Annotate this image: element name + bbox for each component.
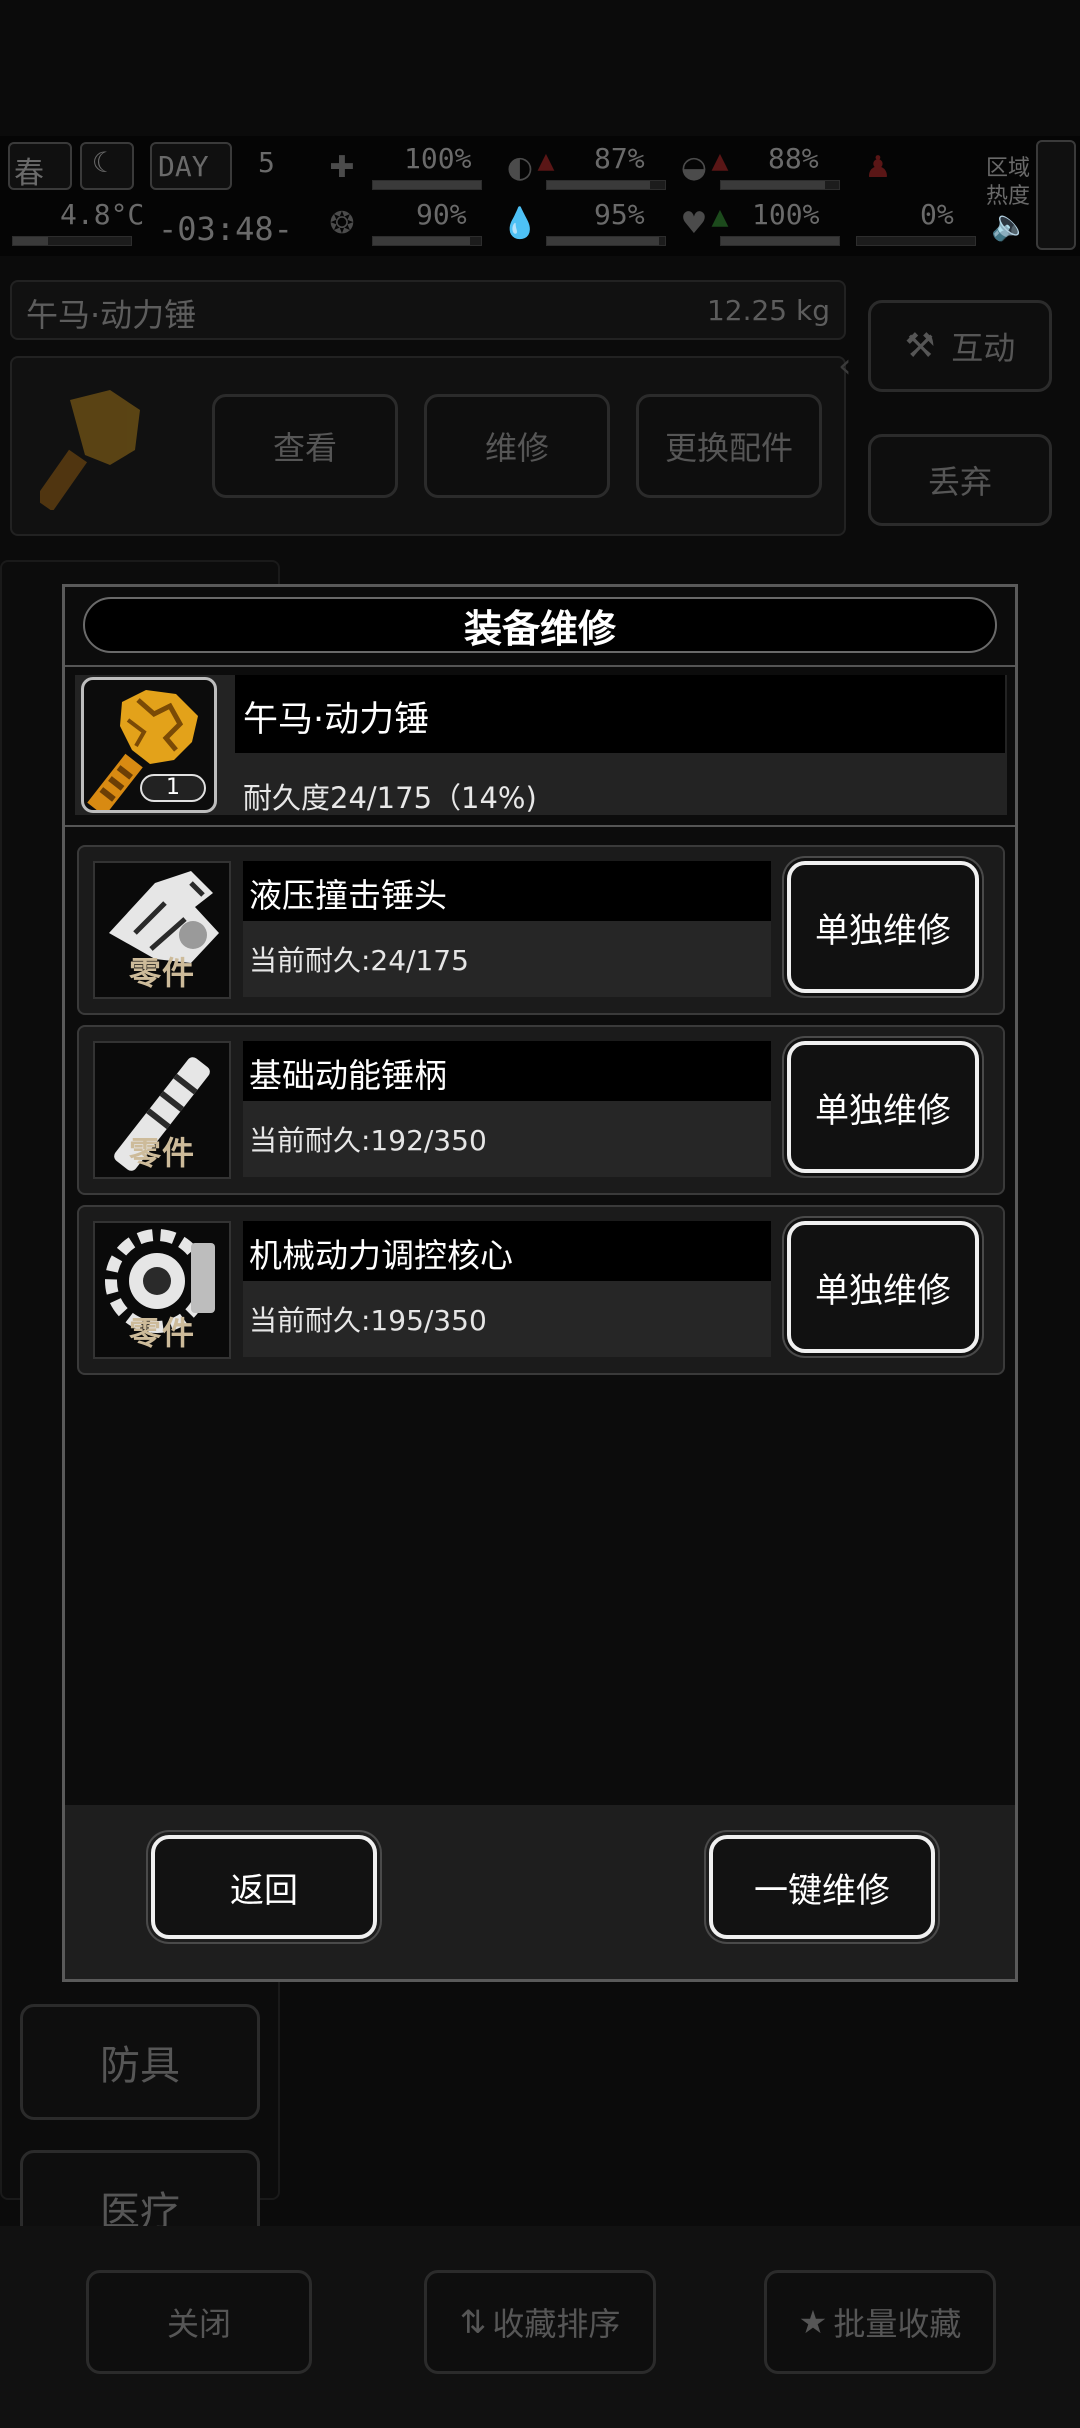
bg-close-button: 关闭: [86, 2270, 312, 2374]
chevron-left-icon: ‹: [838, 346, 852, 386]
water-drop-icon: 💧: [501, 206, 539, 241]
equipment-slot[interactable]: 1: [81, 677, 217, 813]
health-value: 100%: [404, 142, 472, 175]
divider: [65, 665, 1015, 667]
part-icon-slot[interactable]: 零件: [93, 1041, 231, 1179]
part-tag: 零件: [128, 1134, 195, 1172]
part-tag: 零件: [128, 1314, 195, 1352]
day-number: 5: [258, 146, 275, 179]
item-count-badge: 1: [140, 774, 206, 802]
equipment-repair-dialog: 装备维修 1 午马·动力锤 耐久度24/175（14%) 零件 液压撞击锤头 当…: [62, 584, 1018, 1982]
repair-single-button[interactable]: 单独维修: [787, 1041, 979, 1173]
medkit-icon: ✚: [329, 150, 355, 185]
hunger-value: 87%: [594, 142, 645, 175]
mood-value: 100%: [752, 198, 820, 231]
bg-repair-button: 维修: [424, 394, 610, 498]
equipment-name-bar: 午马·动力锤: [235, 675, 1005, 753]
bg-item-title: 午马·动力锤: [26, 296, 197, 334]
zone-heat-meter: [1036, 140, 1076, 250]
part-row-power-core: 零件 机械动力调控核心 当前耐久:195/350 单独维修: [77, 1205, 1005, 1375]
bg-bottom-bar: 关闭 ⇅ 收藏排序 ★ 批量收藏: [0, 2226, 1080, 2428]
thirst-value: 95%: [594, 198, 645, 231]
part-tag: 零件: [128, 954, 195, 992]
part-icon-slot[interactable]: 零件: [93, 1221, 231, 1359]
speaker-icon[interactable]: 🔈: [990, 206, 1030, 246]
bg-category-armor: 防具: [20, 2004, 260, 2120]
back-button[interactable]: 返回: [151, 1835, 377, 1939]
bg-sort-button: ⇅ 收藏排序: [424, 2270, 656, 2374]
bg-interact-button: ⚒ 互动: [868, 300, 1052, 392]
person-status-icon: ♟: [864, 150, 892, 185]
medicine-value: 88%: [768, 142, 819, 175]
divider: [65, 825, 1015, 827]
part-durability: 当前耐久:195/350: [249, 1304, 487, 1337]
bg-item-weight: 12.25 kg: [706, 294, 830, 327]
dialog-title: 装备维修: [463, 606, 616, 651]
part-name: 机械动力调控核心: [249, 1236, 513, 1275]
part-name: 液压撞击锤头: [249, 876, 447, 915]
repair-single-button[interactable]: 单独维修: [787, 1221, 979, 1353]
equipment-summary-card: 1 午马·动力锤 耐久度24/175（14%): [75, 675, 1007, 815]
part-icon-slot[interactable]: 零件: [93, 861, 231, 999]
season-label: 春: [14, 156, 44, 191]
bg-discard-button: 丢弃: [868, 434, 1052, 526]
hammer-icon: ⚒: [904, 326, 936, 366]
repair-all-button[interactable]: 一键维修: [709, 1835, 935, 1939]
moon-icon: ☾: [80, 142, 134, 190]
day-badge: DAY: [150, 142, 232, 190]
bg-replace-parts-button: 更换配件: [636, 394, 822, 498]
equipment-name: 午马·动力锤: [243, 700, 430, 740]
star-icon: ★: [798, 2303, 828, 2341]
part-row-hammer-head: 零件 液压撞击锤头 当前耐久:24/175 单独维修: [77, 845, 1005, 1015]
clock-readout: -03:48-: [158, 210, 293, 248]
repair-single-button[interactable]: 单独维修: [787, 861, 979, 993]
season-badge: 春: [8, 142, 72, 191]
bg-item-title-bar: 午马·动力锤 12.25 kg: [10, 280, 846, 340]
part-row-hammer-handle: 零件 基础动能锤柄 当前耐久:192/350 单独维修: [77, 1025, 1005, 1195]
dialog-title-bar: 装备维修: [83, 597, 997, 653]
pill-icon: ◒: [680, 150, 708, 185]
sanity-value: 90%: [416, 198, 467, 231]
equipment-durability: 耐久度24/175（14%): [243, 781, 537, 815]
bg-item-icon: [34, 380, 160, 512]
part-name: 基础动能锤柄: [249, 1056, 447, 1095]
day-label: DAY: [158, 150, 209, 183]
sort-arrows-icon: ⇅: [459, 2303, 487, 2341]
temperature-readout: 4.8°C: [60, 198, 145, 231]
part-durability: 当前耐久:192/350: [249, 1124, 487, 1157]
stomach-icon: ◐: [506, 150, 534, 185]
bg-view-button: 查看: [212, 394, 398, 498]
part-durability: 当前耐久:24/175: [249, 944, 469, 977]
brain-icon: ❂: [329, 206, 355, 241]
infection-value: 0%: [920, 198, 954, 231]
heart-icon: ♥: [680, 206, 708, 241]
status-hud: 春 ☾ DAY 5 4.8°C -03:48- ✚ 100% ◐ ▲ 87% ◒…: [0, 136, 1080, 256]
dialog-footer: 返回 一键维修: [65, 1805, 1015, 1979]
bg-batch-favorite-button: ★ 批量收藏: [764, 2270, 996, 2374]
